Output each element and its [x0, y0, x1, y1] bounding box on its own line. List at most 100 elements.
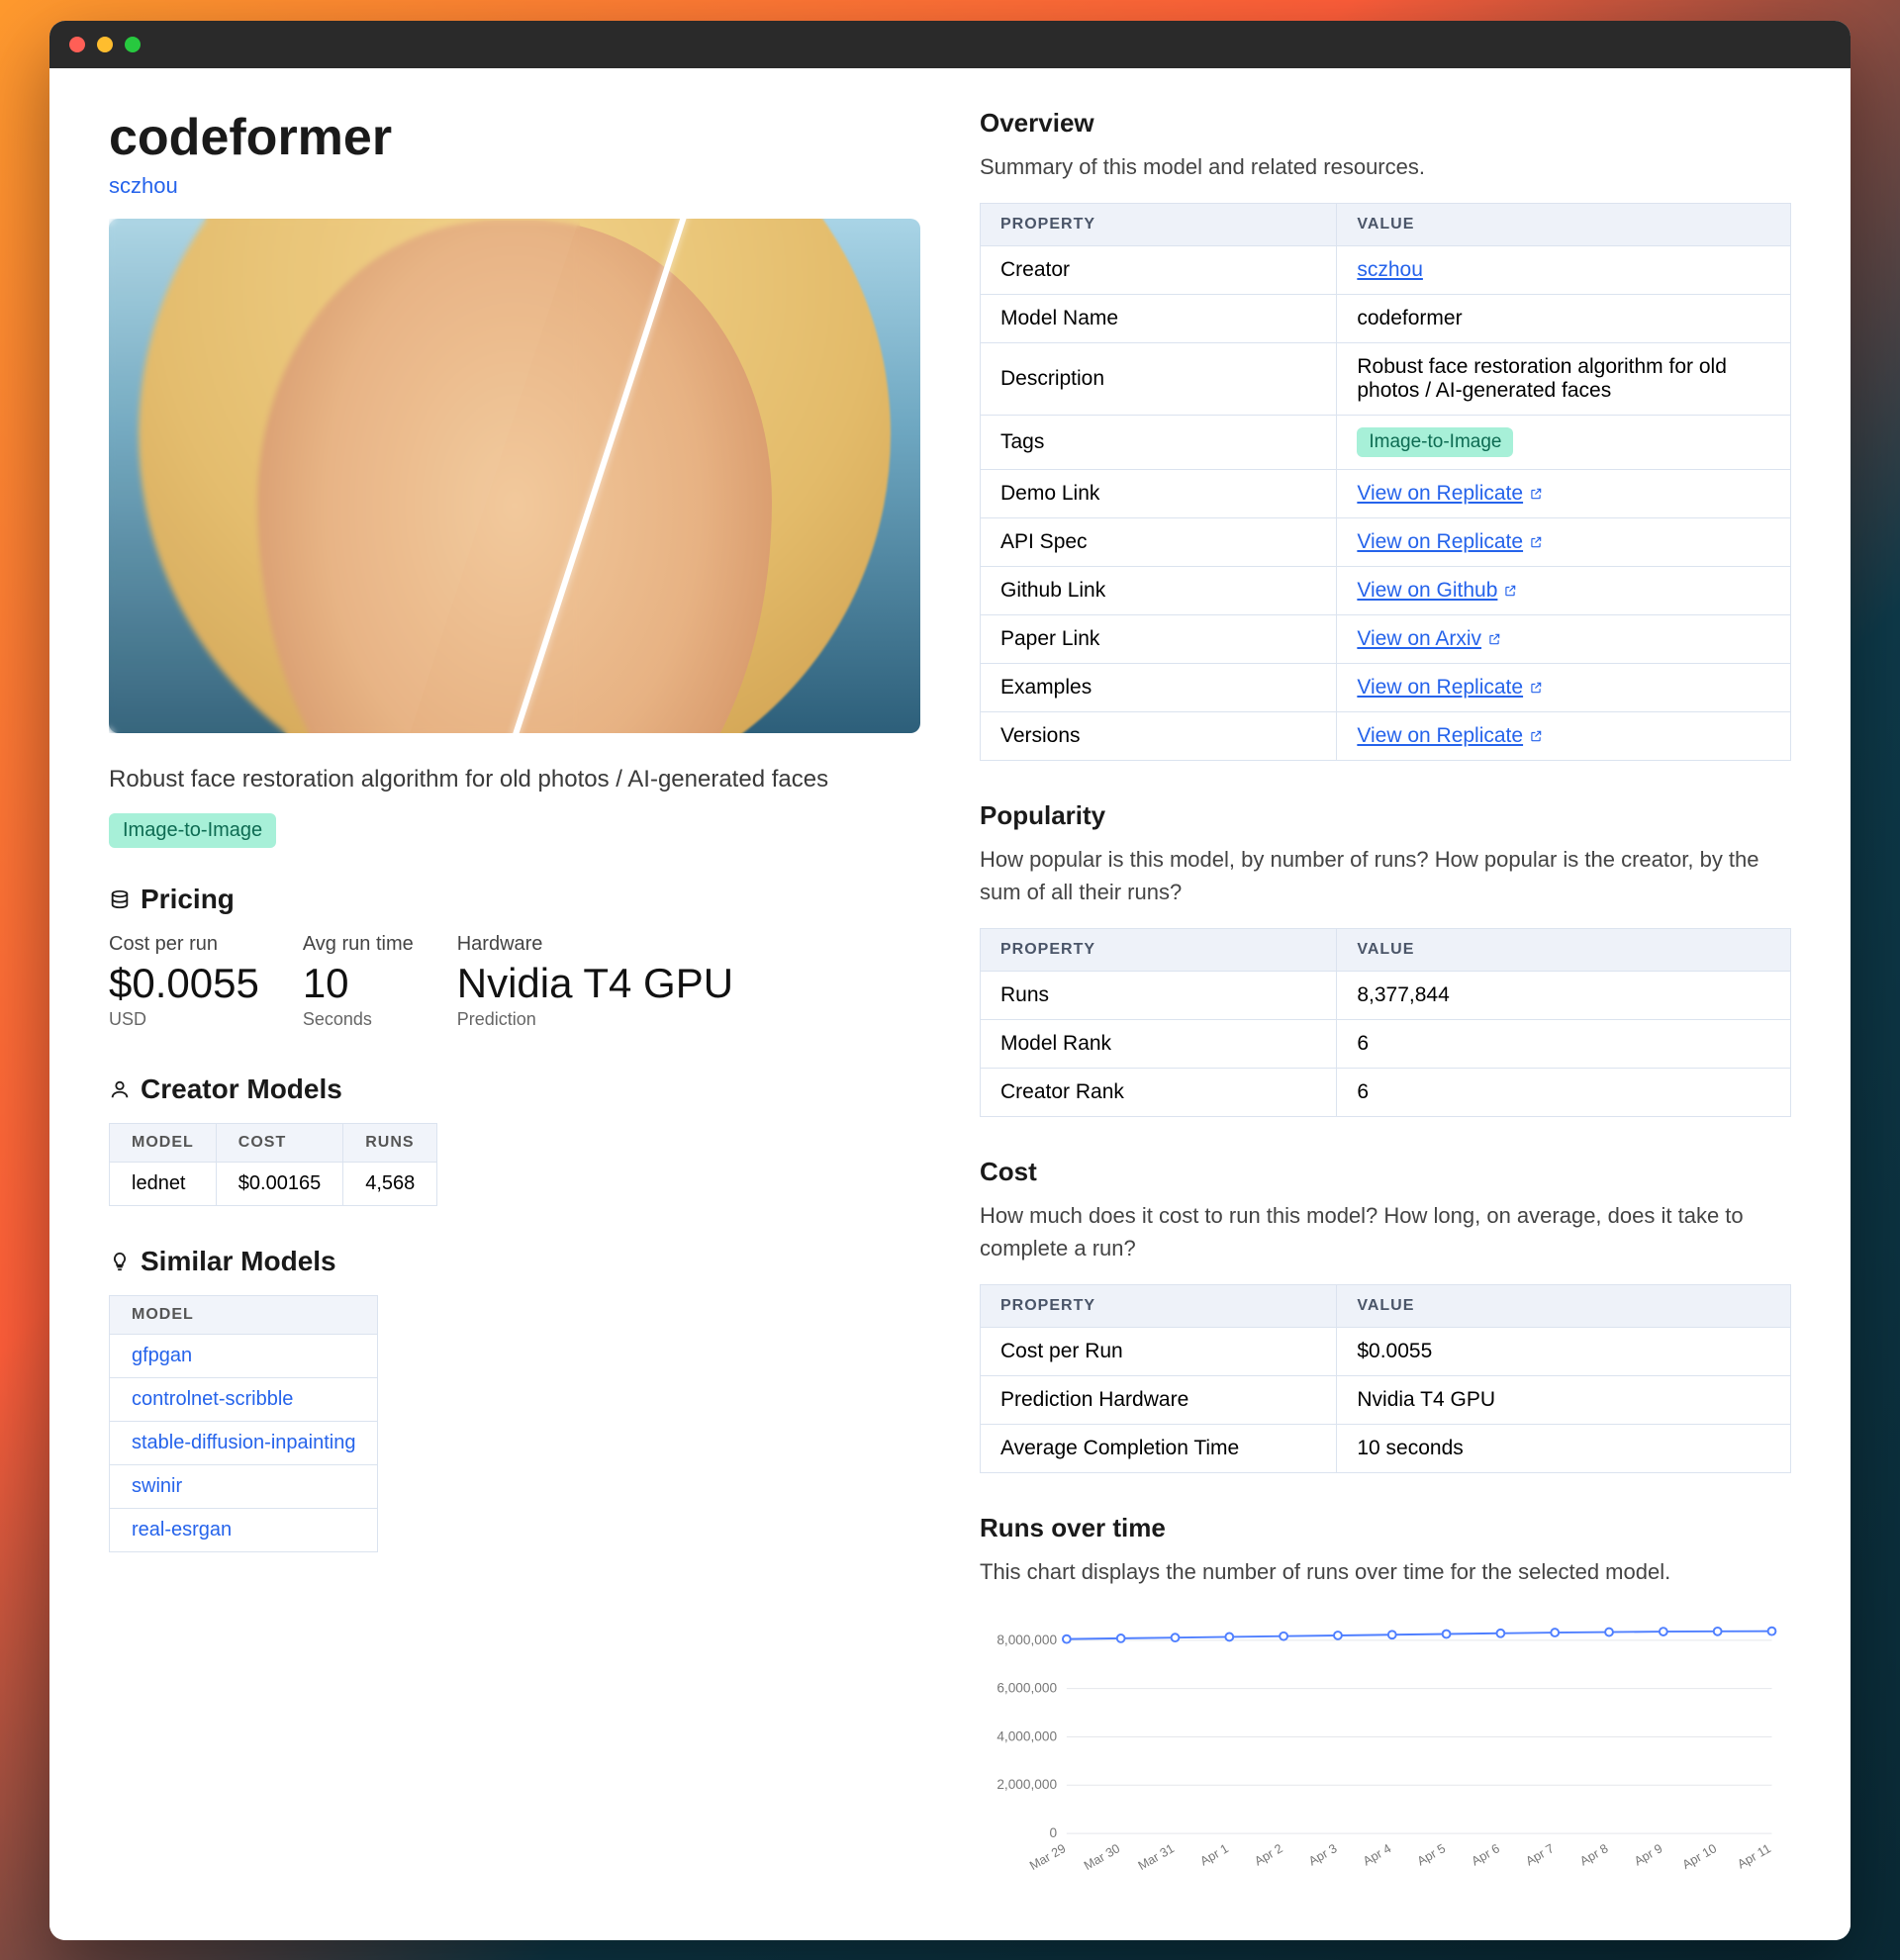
pricing-time-value: 10 — [303, 960, 414, 1007]
creator-model-name[interactable]: lednet — [110, 1163, 217, 1206]
overview-prop: Github Link — [981, 566, 1337, 614]
pricing-cost-label: Cost per run — [109, 933, 259, 956]
popularity-table: PROPERTY VALUE Runs8,377,844Model Rank6C… — [980, 928, 1791, 1117]
runs-chart: 02,000,0004,000,0006,000,0008,000,000Mar… — [980, 1608, 1791, 1900]
table-row: lednet$0.001654,568 — [110, 1163, 437, 1206]
similar-model-link[interactable]: gfpgan — [110, 1335, 378, 1378]
prop-cell: Average Completion Time — [981, 1424, 1337, 1472]
svg-text:2,000,000: 2,000,000 — [997, 1777, 1057, 1792]
svg-text:0: 0 — [1049, 1825, 1057, 1840]
svg-text:Apr 8: Apr 8 — [1577, 1841, 1610, 1868]
creator-model-runs: 4,568 — [343, 1163, 437, 1206]
val-cell: 8,377,844 — [1337, 971, 1791, 1019]
overview-external-link[interactable]: View on Replicate — [1357, 482, 1543, 506]
popularity-subtext: How popular is this model, by number of … — [980, 843, 1791, 908]
external-link-icon — [1529, 729, 1543, 743]
table-row: Runs8,377,844 — [981, 971, 1791, 1019]
cost-val-header: VALUE — [1337, 1284, 1791, 1327]
model-title: codeformer — [109, 108, 920, 167]
similar-model-link[interactable]: swinir — [110, 1465, 378, 1509]
bulb-icon — [109, 1251, 131, 1272]
table-row: gfpgan — [110, 1335, 378, 1378]
overview-value: codeformer — [1357, 307, 1462, 329]
svg-text:Apr 11: Apr 11 — [1735, 1841, 1773, 1871]
overview-prop: Paper Link — [981, 614, 1337, 663]
pricing-time-label: Avg run time — [303, 933, 414, 956]
browser-window: codeformer sczhou Robust face restoratio… — [49, 21, 1851, 1940]
overview-subtext: Summary of this model and related resour… — [980, 150, 1791, 183]
window-close-button[interactable] — [69, 37, 85, 52]
runs-heading: Runs over time — [980, 1513, 1791, 1543]
val-cell: 10 seconds — [1337, 1424, 1791, 1472]
similar-model-link[interactable]: stable-diffusion-inpainting — [110, 1422, 378, 1465]
table-row: Model Namecodeformer — [981, 294, 1791, 342]
overview-link[interactable]: sczhou — [1357, 258, 1423, 282]
table-row: DescriptionRobust face restoration algor… — [981, 342, 1791, 415]
table-row: Cost per Run$0.0055 — [981, 1327, 1791, 1375]
external-link-icon — [1529, 681, 1543, 695]
svg-text:Apr 3: Apr 3 — [1306, 1841, 1339, 1868]
val-cell: Nvidia T4 GPU — [1337, 1375, 1791, 1424]
similar-model-link[interactable]: controlnet-scribble — [110, 1378, 378, 1422]
overview-prop: Tags — [981, 415, 1337, 469]
overview-value: Robust face restoration algorithm for ol… — [1357, 355, 1727, 402]
prop-cell: Model Rank — [981, 1019, 1337, 1068]
creator-model-cost: $0.00165 — [216, 1163, 342, 1206]
overview-external-link[interactable]: View on Replicate — [1357, 530, 1543, 554]
prop-cell: Creator Rank — [981, 1068, 1337, 1116]
creator-models-col-model: MODEL — [110, 1124, 217, 1163]
overview-prop: Examples — [981, 663, 1337, 711]
svg-text:Apr 7: Apr 7 — [1523, 1841, 1556, 1868]
pricing-heading: Pricing — [109, 884, 920, 915]
model-tag[interactable]: Image-to-Image — [109, 813, 276, 848]
table-row: Creator sczhou — [981, 245, 1791, 294]
svg-text:Mar 29: Mar 29 — [1027, 1841, 1068, 1873]
similar-model-link[interactable]: real-esrgan — [110, 1509, 378, 1552]
svg-text:Mar 30: Mar 30 — [1082, 1841, 1122, 1873]
svg-text:Apr 9: Apr 9 — [1632, 1841, 1664, 1868]
val-cell: 6 — [1337, 1068, 1791, 1116]
overview-prop: API Spec — [981, 517, 1337, 566]
popularity-prop-header: PROPERTY — [981, 928, 1337, 971]
overview-tag[interactable]: Image-to-Image — [1357, 427, 1513, 457]
pricing-hardware: Hardware Nvidia T4 GPU Prediction — [457, 933, 733, 1030]
table-row: API Spec View on Replicate — [981, 517, 1791, 566]
svg-text:4,000,000: 4,000,000 — [997, 1728, 1057, 1743]
external-link-icon — [1487, 632, 1501, 646]
overview-prop: Demo Link — [981, 469, 1337, 517]
overview-prop: Versions — [981, 711, 1337, 760]
popularity-val-header: VALUE — [1337, 928, 1791, 971]
svg-text:Mar 31: Mar 31 — [1136, 1841, 1177, 1873]
pricing-cost: Cost per run $0.0055 USD — [109, 933, 259, 1030]
overview-external-link[interactable]: View on Replicate — [1357, 724, 1543, 748]
runs-chart-svg: 02,000,0004,000,0006,000,0008,000,000Mar… — [980, 1618, 1791, 1895]
val-cell: 6 — [1337, 1019, 1791, 1068]
pricing-time-unit: Seconds — [303, 1009, 414, 1030]
prop-cell: Runs — [981, 971, 1337, 1019]
pricing-row: Cost per run $0.0055 USD Avg run time 10… — [109, 933, 920, 1030]
overview-prop: Creator — [981, 245, 1337, 294]
cost-prop-header: PROPERTY — [981, 1284, 1337, 1327]
overview-external-link[interactable]: View on Github — [1357, 579, 1517, 603]
cost-table: PROPERTY VALUE Cost per Run$0.0055Predic… — [980, 1284, 1791, 1473]
table-row: Average Completion Time10 seconds — [981, 1424, 1791, 1472]
val-cell: $0.0055 — [1337, 1327, 1791, 1375]
pricing-hw-label: Hardware — [457, 933, 733, 956]
left-column: codeformer sczhou Robust face restoratio… — [109, 108, 920, 1940]
external-link-icon — [1529, 487, 1543, 501]
table-row: controlnet-scribble — [110, 1378, 378, 1422]
table-row: Versions View on Replicate — [981, 711, 1791, 760]
titlebar — [49, 21, 1851, 68]
prop-cell: Prediction Hardware — [981, 1375, 1337, 1424]
window-maximize-button[interactable] — [125, 37, 141, 52]
overview-external-link[interactable]: View on Arxiv — [1357, 627, 1501, 651]
overview-external-link[interactable]: View on Replicate — [1357, 676, 1543, 700]
window-minimize-button[interactable] — [97, 37, 113, 52]
table-row: Prediction HardwareNvidia T4 GPU — [981, 1375, 1791, 1424]
table-row: Examples View on Replicate — [981, 663, 1791, 711]
similar-models-heading: Similar Models — [109, 1246, 920, 1277]
popularity-heading: Popularity — [980, 800, 1791, 831]
table-row: Creator Rank6 — [981, 1068, 1791, 1116]
right-column: Overview Summary of this model and relat… — [980, 108, 1791, 1940]
creator-link[interactable]: sczhou — [109, 173, 178, 199]
